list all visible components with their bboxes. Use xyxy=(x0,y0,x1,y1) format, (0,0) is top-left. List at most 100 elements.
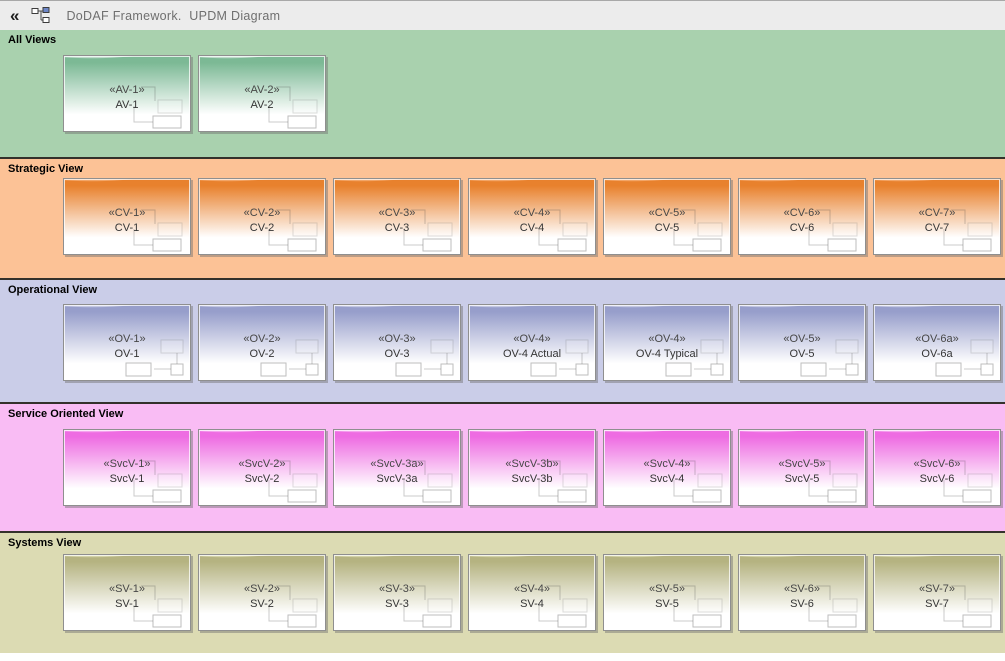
card-name: SvcV-5 xyxy=(739,472,865,487)
card-sv-6[interactable]: «SV-6»SV-6 xyxy=(738,554,866,631)
card-stereotype: «SV-6» xyxy=(739,582,865,597)
card-sv-1[interactable]: «SV-1»SV-1 xyxy=(63,554,191,631)
composite-diagram-icon xyxy=(334,555,460,630)
card-text: «SvcV-3a»SvcV-3a xyxy=(334,457,460,487)
card-stereotype: «OV-3» xyxy=(334,332,460,347)
card-stereotype: «OV-4» xyxy=(604,332,730,347)
card-stereotype: «SV-3» xyxy=(334,582,460,597)
card-svcv-6[interactable]: «SvcV-6»SvcV-6 xyxy=(873,429,1001,506)
card-row: «AV-1»AV-1 «AV-2»AV-2 xyxy=(63,55,326,132)
card-cv-2[interactable]: «CV-2»CV-2 xyxy=(198,178,326,255)
card-ov-4-actual[interactable]: «OV-4»OV-4 Actual xyxy=(468,304,596,381)
composite-diagram-icon xyxy=(334,179,460,254)
card-cv-6[interactable]: «CV-6»CV-6 xyxy=(738,178,866,255)
swimlane-strategic-view: Strategic View«CV-1»CV-1«CV-2»CV-2«CV-3»… xyxy=(0,157,1005,278)
card-name: OV-5 xyxy=(739,347,865,362)
card-svcv-4[interactable]: «SvcV-4»SvcV-4 xyxy=(603,429,731,506)
composite-diagram-icon xyxy=(604,555,730,630)
composite-diagram-icon xyxy=(64,179,190,254)
swimlane-operational-view: Operational View«OV-1»OV-1«OV-2»OV-2«OV-… xyxy=(0,278,1005,402)
composite-diagram-icon xyxy=(64,56,190,131)
diagram-header: « DoDAF Framework. UPDM Diagram xyxy=(0,1,1005,30)
card-stereotype: «SV-4» xyxy=(469,582,595,597)
card-name: OV-1 xyxy=(64,347,190,362)
card-svcv-5[interactable]: «SvcV-5»SvcV-5 xyxy=(738,429,866,506)
card-ov-6a[interactable]: «OV-6a»OV-6a xyxy=(873,304,1001,381)
card-text: «CV-7»CV-7 xyxy=(874,206,1000,236)
card-sv-7[interactable]: «SV-7»SV-7 xyxy=(873,554,1001,631)
card-cv-3[interactable]: «CV-3»CV-3 xyxy=(333,178,461,255)
card-ov-3[interactable]: «OV-3»OV-3 xyxy=(333,304,461,381)
card-name: SV-1 xyxy=(64,597,190,612)
card-text: «CV-5»CV-5 xyxy=(604,206,730,236)
card-stereotype: «CV-5» xyxy=(604,206,730,221)
card-sv-4[interactable]: «SV-4»SV-4 xyxy=(468,554,596,631)
card-row: «SvcV-1»SvcV-1 «SvcV-2»SvcV-2 «SvcV-3a»Svc… xyxy=(63,429,1001,506)
card-stereotype: «OV-1» xyxy=(64,332,190,347)
card-text: «SvcV-6»SvcV-6 xyxy=(874,457,1000,487)
card-text: «SvcV-4»SvcV-4 xyxy=(604,457,730,487)
card-stereotype: «OV-4» xyxy=(469,332,595,347)
card-av-1[interactable]: «AV-1»AV-1 xyxy=(63,55,191,132)
card-text: «SV-1»SV-1 xyxy=(64,582,190,612)
card-sv-2[interactable]: «SV-2»SV-2 xyxy=(198,554,326,631)
lane-label: Systems View xyxy=(8,537,81,549)
card-text: «SV-4»SV-4 xyxy=(469,582,595,612)
chevrons-left-icon[interactable]: « xyxy=(10,1,19,30)
card-svcv-3a[interactable]: «SvcV-3a»SvcV-3a xyxy=(333,429,461,506)
card-text: «SV-2»SV-2 xyxy=(199,582,325,612)
card-sv-5[interactable]: «SV-5»SV-5 xyxy=(603,554,731,631)
card-svcv-3b[interactable]: «SvcV-3b»SvcV-3b xyxy=(468,429,596,506)
card-ov-4-typical[interactable]: «OV-4»OV-4 Typical xyxy=(603,304,731,381)
card-text: «OV-4»OV-4 Actual xyxy=(469,332,595,362)
card-name: SV-4 xyxy=(469,597,595,612)
composite-diagram-icon xyxy=(469,430,595,505)
card-row: «SV-1»SV-1 «SV-2»SV-2 «SV-3»SV-3 «SV-4»SV-4… xyxy=(63,554,1001,631)
card-text: «SvcV-2»SvcV-2 xyxy=(199,457,325,487)
card-name: OV-2 xyxy=(199,347,325,362)
card-name: SvcV-4 xyxy=(604,472,730,487)
card-name: CV-1 xyxy=(64,221,190,236)
card-name: CV-2 xyxy=(199,221,325,236)
card-name: SV-7 xyxy=(874,597,1000,612)
composite-diagram-icon xyxy=(604,305,730,380)
composite-diagram-icon xyxy=(199,555,325,630)
card-name: CV-7 xyxy=(874,221,1000,236)
card-ov-1[interactable]: «OV-1»OV-1 xyxy=(63,304,191,381)
card-cv-7[interactable]: «CV-7»CV-7 xyxy=(873,178,1001,255)
card-stereotype: «OV-2» xyxy=(199,332,325,347)
card-text: «CV-6»CV-6 xyxy=(739,206,865,236)
card-cv-1[interactable]: «CV-1»CV-1 xyxy=(63,178,191,255)
card-stereotype: «SvcV-5» xyxy=(739,457,865,472)
card-av-2[interactable]: «AV-2»AV-2 xyxy=(198,55,326,132)
card-ov-2[interactable]: «OV-2»OV-2 xyxy=(198,304,326,381)
card-stereotype: «AV-1» xyxy=(64,83,190,98)
card-svcv-1[interactable]: «SvcV-1»SvcV-1 xyxy=(63,429,191,506)
card-stereotype: «CV-4» xyxy=(469,206,595,221)
card-text: «AV-1»AV-1 xyxy=(64,83,190,113)
card-name: CV-3 xyxy=(334,221,460,236)
card-stereotype: «SvcV-4» xyxy=(604,457,730,472)
card-stereotype: «CV-7» xyxy=(874,206,1000,221)
card-text: «SV-7»SV-7 xyxy=(874,582,1000,612)
card-name: SvcV-3b xyxy=(469,472,595,487)
diagram-canvas: All Views«AV-1»AV-1«AV-2»AV-2Strategic V… xyxy=(0,30,1005,653)
composite-diagram-icon xyxy=(64,305,190,380)
card-cv-5[interactable]: «CV-5»CV-5 xyxy=(603,178,731,255)
composite-diagram-icon xyxy=(64,430,190,505)
card-name: OV-6a xyxy=(874,347,1000,362)
lane-label: All Views xyxy=(8,34,56,46)
card-sv-3[interactable]: «SV-3»SV-3 xyxy=(333,554,461,631)
composite-diagram-icon xyxy=(64,555,190,630)
card-text: «CV-1»CV-1 xyxy=(64,206,190,236)
card-cv-4[interactable]: «CV-4»CV-4 xyxy=(468,178,596,255)
composite-diagram-icon xyxy=(874,555,1000,630)
card-name: AV-1 xyxy=(64,98,190,113)
card-name: SvcV-1 xyxy=(64,472,190,487)
card-row: «CV-1»CV-1 «CV-2»CV-2«CV-3»CV-3«CV-4»CV-4… xyxy=(63,178,1001,255)
card-ov-5[interactable]: «OV-5»OV-5 xyxy=(738,304,866,381)
card-name: SvcV-2 xyxy=(199,472,325,487)
composite-diagram-icon xyxy=(739,305,865,380)
composite-diagram-icon xyxy=(469,305,595,380)
card-svcv-2[interactable]: «SvcV-2»SvcV-2 xyxy=(198,429,326,506)
